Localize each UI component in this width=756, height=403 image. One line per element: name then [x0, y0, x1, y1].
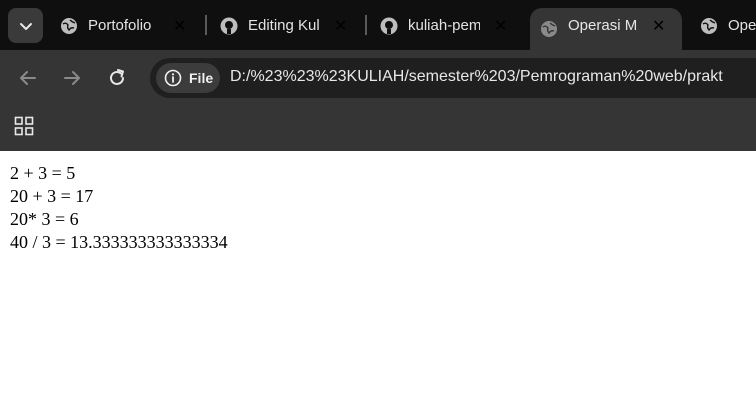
output-line: 20* 3 = 6 [10, 209, 79, 229]
forward-button[interactable] [58, 64, 86, 92]
reload-button[interactable] [103, 64, 131, 92]
site-info-chip[interactable]: File [156, 63, 220, 93]
tab-strip: Portofolio ✕ Editing Kul ✕ kuliah-pem ✕ … [0, 0, 756, 50]
bookmarks-bar [0, 105, 756, 151]
globe-icon [540, 20, 558, 38]
tab-editing[interactable]: Editing Kul [220, 8, 320, 43]
close-tab-icon[interactable]: ✕ [494, 16, 507, 36]
tab-title: Portofolio [88, 17, 152, 34]
github-icon [220, 17, 238, 35]
tab-title: Ope [728, 17, 756, 34]
tab-kuliah[interactable]: kuliah-pem [380, 8, 480, 43]
close-tab-icon[interactable]: ✕ [334, 16, 347, 36]
output-line: 2 + 3 = 5 [10, 163, 76, 183]
globe-icon [700, 17, 718, 35]
close-tab-icon[interactable]: ✕ [652, 16, 665, 36]
tab-separator [365, 15, 367, 35]
tab-operasi-2[interactable]: Ope [700, 8, 756, 43]
arrow-left-icon [20, 71, 36, 85]
tab-title: kuliah-pem [408, 17, 480, 34]
globe-icon [60, 17, 78, 35]
toolbar: File D:/%23%23%23KULIAH/semester%203/Pem… [0, 50, 756, 105]
tab-title: Editing Kul [248, 17, 320, 34]
apps-grid-icon[interactable] [14, 116, 34, 136]
back-button[interactable] [14, 64, 42, 92]
output-line: 20 + 3 = 17 [10, 186, 94, 206]
tab-separator [205, 15, 207, 35]
arrow-right-icon [64, 71, 80, 85]
close-tab-icon[interactable]: ✕ [173, 16, 186, 36]
site-info-label: File [189, 70, 214, 86]
output-line: 40 / 3 = 13.333333333333334 [10, 232, 228, 252]
page-content: 2 + 3 = 5 20 + 3 = 17 20* 3 = 6 40 / 3 =… [10, 162, 228, 254]
reload-icon [110, 69, 124, 85]
tab-title: Operasi M [568, 17, 638, 34]
tab-search-button[interactable] [8, 8, 43, 43]
github-icon [380, 17, 398, 35]
address-bar[interactable]: File D:/%23%23%23KULIAH/semester%203/Pem… [150, 58, 756, 98]
chevron-down-icon [19, 22, 32, 30]
url-text: D:/%23%23%23KULIAH/semester%203/Pemrogra… [230, 68, 723, 85]
info-icon [164, 69, 182, 87]
